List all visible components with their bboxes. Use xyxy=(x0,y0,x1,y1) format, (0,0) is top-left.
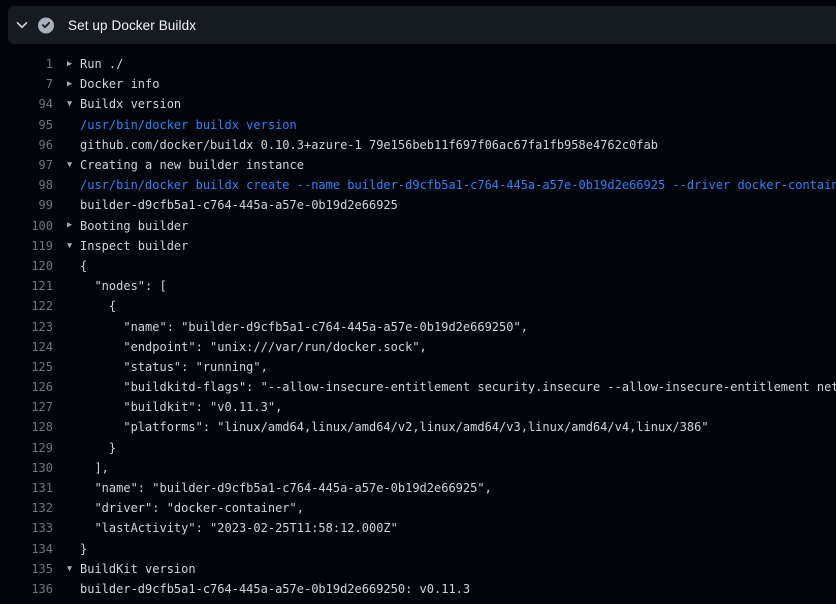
line-number[interactable]: 129 xyxy=(13,441,53,455)
line-number[interactable]: 121 xyxy=(13,279,53,293)
log-line: 133 "lastActivity": "2023-02-25T11:58:12… xyxy=(0,518,836,538)
log-line: 130 ], xyxy=(0,458,836,478)
log-text: "name": "builder-d9cfb5a1-c764-445a-a57e… xyxy=(80,481,492,495)
group-title[interactable]: Creating a new builder instance xyxy=(80,158,304,172)
line-number[interactable]: 122 xyxy=(13,299,53,313)
log-line: 94 ▼Buildx version xyxy=(0,94,836,114)
line-number[interactable]: 95 xyxy=(13,118,53,132)
line-number[interactable]: 134 xyxy=(13,542,53,556)
log-line: 124 "endpoint": "unix:///var/run/docker.… xyxy=(0,337,836,357)
line-number[interactable]: 7 xyxy=(13,77,53,91)
line-number[interactable]: 99 xyxy=(13,198,53,212)
log-text: "name": "builder-d9cfb5a1-c764-445a-a57e… xyxy=(80,320,528,334)
group-title[interactable]: BuildKit version xyxy=(80,562,196,576)
log-text: "nodes": [ xyxy=(80,279,167,293)
line-number[interactable]: 123 xyxy=(13,320,53,334)
log-line: 119 ▼Inspect builder xyxy=(0,236,836,256)
line-number[interactable]: 125 xyxy=(13,360,53,374)
log-line: 100 ▶Booting builder xyxy=(0,216,836,236)
step-header[interactable]: Set up Docker Buildx xyxy=(8,6,836,44)
log-text: "buildkit": "v0.11.3", xyxy=(80,400,282,414)
group-title[interactable]: Booting builder xyxy=(80,219,188,233)
log-line: 131 "name": "builder-d9cfb5a1-c764-445a-… xyxy=(0,478,836,498)
log-line: 125 "status": "running", xyxy=(0,357,836,377)
line-number[interactable]: 119 xyxy=(13,239,53,253)
line-number[interactable]: 124 xyxy=(13,340,53,354)
line-number[interactable]: 128 xyxy=(13,420,53,434)
log-line: 121 "nodes": [ xyxy=(0,276,836,296)
log-text: builder-d9cfb5a1-c764-445a-a57e-0b19d2e6… xyxy=(80,198,398,212)
group-collapsed-icon[interactable]: ▶ xyxy=(67,221,80,230)
line-number[interactable]: 131 xyxy=(13,481,53,495)
group-title[interactable]: Buildx version xyxy=(80,97,181,111)
check-circle-icon xyxy=(38,17,54,33)
log-line: 120 { xyxy=(0,256,836,276)
line-number[interactable]: 133 xyxy=(13,521,53,535)
log-line: 1 ▶Run ./ xyxy=(0,54,836,74)
group-expanded-icon[interactable]: ▼ xyxy=(67,100,80,109)
line-number[interactable]: 1 xyxy=(13,57,53,71)
log-line: 95/usr/bin/docker buildx version xyxy=(0,115,836,135)
step-title: Set up Docker Buildx xyxy=(68,18,196,33)
log-text: "lastActivity": "2023-02-25T11:58:12.000… xyxy=(80,521,398,535)
log-text: "driver": "docker-container", xyxy=(80,501,304,515)
log-line: 136 builder-d9cfb5a1-c764-445a-a57e-0b19d… xyxy=(0,579,836,599)
line-number[interactable]: 96 xyxy=(13,138,53,152)
log-text: { xyxy=(80,299,116,313)
log-lines: 1▶Run ./7▶Docker info94▼Buildx version95… xyxy=(0,50,836,604)
log-line: 97 ▼Creating a new builder instance xyxy=(0,155,836,175)
line-number[interactable]: 127 xyxy=(13,400,53,414)
log-line: 98/usr/bin/docker buildx create --name b… xyxy=(0,175,836,195)
group-collapsed-icon[interactable]: ▶ xyxy=(67,60,80,69)
log-text: } xyxy=(80,441,116,455)
log-command-text: /usr/bin/docker buildx create --name bui… xyxy=(80,178,836,192)
log-text: github.com/docker/buildx 0.10.3+azure-1 … xyxy=(80,138,658,152)
log-text: "buildkitd-flags": "--allow-insecure-ent… xyxy=(80,380,836,394)
group-title[interactable]: Run ./ xyxy=(80,57,123,71)
line-number[interactable]: 100 xyxy=(13,219,53,233)
line-number[interactable]: 120 xyxy=(13,259,53,273)
log-line: 126 "buildkitd-flags": "--allow-insecure… xyxy=(0,377,836,397)
log-text: "status": "running", xyxy=(80,360,268,374)
line-number[interactable]: 98 xyxy=(13,178,53,192)
line-number[interactable]: 136 xyxy=(13,582,53,596)
group-expanded-icon[interactable]: ▼ xyxy=(67,565,80,574)
group-title[interactable]: Inspect builder xyxy=(80,239,188,253)
chevron-down-icon[interactable] xyxy=(14,17,30,33)
group-expanded-icon[interactable]: ▼ xyxy=(67,242,80,251)
line-number[interactable]: 97 xyxy=(13,158,53,172)
group-title[interactable]: Docker info xyxy=(80,77,159,91)
group-collapsed-icon[interactable]: ▶ xyxy=(67,80,80,89)
log-line: 123 "name": "builder-d9cfb5a1-c764-445a-… xyxy=(0,316,836,336)
log-line: 7 ▶Docker info xyxy=(0,74,836,94)
log-command-text: /usr/bin/docker buildx version xyxy=(80,118,297,132)
line-number[interactable]: 94 xyxy=(13,97,53,111)
log-text: "endpoint": "unix:///var/run/docker.sock… xyxy=(80,340,427,354)
log-line: 99 builder-d9cfb5a1-c764-445a-a57e-0b19d2… xyxy=(0,195,836,215)
log-text: } xyxy=(80,542,87,556)
actions-log-viewer: Set up Docker Buildx 1▶Run ./7▶Docker in… xyxy=(0,0,836,604)
log-text: ], xyxy=(80,461,109,475)
log-text: "platforms": "linux/amd64,linux/amd64/v2… xyxy=(80,420,709,434)
line-number[interactable]: 135 xyxy=(13,562,53,576)
log-line: 129 } xyxy=(0,438,836,458)
log-text: builder-d9cfb5a1-c764-445a-a57e-0b19d2e6… xyxy=(80,582,470,596)
log-line: 96 github.com/docker/buildx 0.10.3+azure-… xyxy=(0,135,836,155)
group-expanded-icon[interactable]: ▼ xyxy=(67,161,80,170)
log-line: 127 "buildkit": "v0.11.3", xyxy=(0,397,836,417)
log-line: 135 ▼BuildKit version xyxy=(0,559,836,579)
line-number[interactable]: 130 xyxy=(13,461,53,475)
log-text: { xyxy=(80,259,87,273)
log-line: 128 "platforms": "linux/amd64,linux/amd6… xyxy=(0,417,836,437)
log-line: 134} xyxy=(0,539,836,559)
line-number[interactable]: 126 xyxy=(13,380,53,394)
log-line: 122 { xyxy=(0,296,836,316)
log-line: 132 "driver": "docker-container", xyxy=(0,498,836,518)
line-number[interactable]: 132 xyxy=(13,501,53,515)
